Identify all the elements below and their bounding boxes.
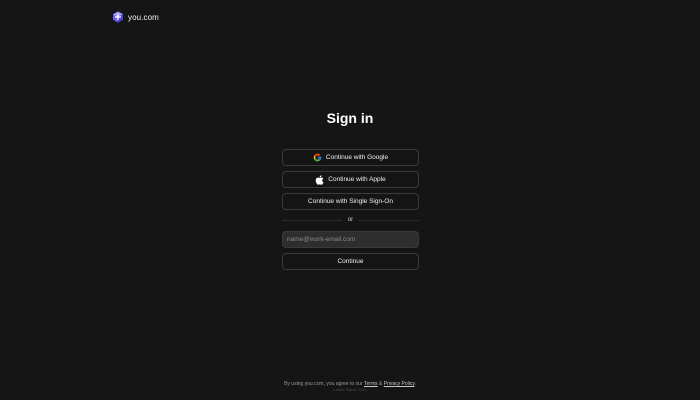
google-icon bbox=[313, 153, 322, 162]
you-logo-icon bbox=[112, 11, 124, 23]
continue-with-sso-button[interactable]: Continue with Single Sign-On bbox=[282, 193, 419, 210]
page-title: Sign in bbox=[326, 110, 374, 126]
continue-with-apple-button[interactable]: Continue with Apple bbox=[282, 171, 419, 188]
google-button-label: Continue with Google bbox=[325, 154, 389, 161]
apple-button-label: Continue with Apple bbox=[328, 176, 386, 183]
sso-button-label: Continue with Single Sign-On bbox=[308, 198, 393, 205]
continue-with-google-button[interactable]: Continue with Google bbox=[282, 149, 419, 166]
email-input[interactable] bbox=[282, 231, 419, 248]
brand-name: you.com bbox=[128, 12, 159, 22]
continue-button[interactable]: Continue bbox=[282, 253, 419, 270]
brand-logo[interactable]: you.com bbox=[112, 10, 159, 24]
or-divider: or bbox=[282, 216, 419, 224]
divider-or-text: or bbox=[347, 217, 354, 223]
divider-line-left bbox=[282, 219, 342, 221]
sign-in-page: you.com Sign in Continue with Google Con… bbox=[0, 0, 700, 400]
version-text: Latest Stable 2025 bbox=[333, 387, 367, 392]
divider-line-right bbox=[359, 219, 419, 221]
continue-button-label: Continue bbox=[337, 258, 364, 265]
apple-icon bbox=[315, 174, 324, 185]
